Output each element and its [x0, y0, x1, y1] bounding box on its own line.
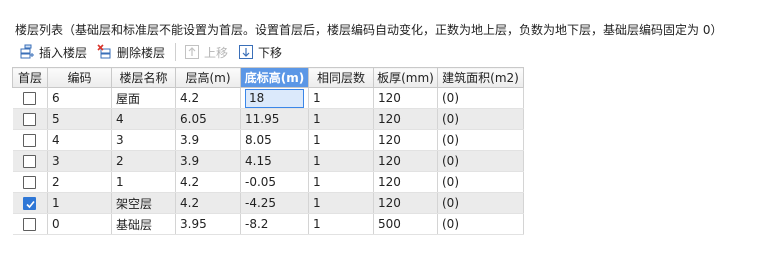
floor-name-cell[interactable]: 架空层 [111, 192, 176, 214]
floor-code-cell[interactable]: 4 [47, 129, 112, 151]
floor-code-cell[interactable]: 1 [47, 192, 112, 214]
floor-name-cell[interactable]: 屋面 [111, 87, 176, 109]
table-row[interactable]: 5 4 6.05 11.95 1 120 (0) [12, 108, 524, 130]
table-row[interactable]: 0 基础层 3.95 -8.2 1 500 (0) [12, 213, 524, 235]
floor-code-cell[interactable]: 0 [47, 213, 112, 235]
floor-name-cell[interactable]: 2 [111, 150, 176, 172]
table-row[interactable]: 2 1 4.2 -0.05 1 120 (0) [12, 171, 524, 193]
first-floor-checkbox[interactable] [23, 197, 37, 210]
slab-thickness-cell[interactable]: 120 [373, 192, 438, 214]
slab-thickness-cell[interactable]: 120 [373, 87, 438, 109]
slab-thickness-cell[interactable]: 120 [373, 129, 438, 151]
first-floor-cell [12, 150, 48, 172]
first-floor-cell [12, 192, 48, 214]
toolbar-separator [175, 43, 177, 61]
floor-height-cell[interactable]: 4.2 [175, 171, 241, 193]
floor-code-cell[interactable]: 2 [47, 171, 112, 193]
floor-height-cell[interactable]: 3.9 [175, 129, 241, 151]
building-area-cell[interactable]: (0) [437, 213, 524, 235]
building-area-cell[interactable]: (0) [437, 129, 524, 151]
first-floor-checkbox[interactable] [23, 176, 37, 189]
same-floors-cell[interactable]: 1 [308, 171, 374, 193]
building-area-cell[interactable]: (0) [437, 192, 524, 214]
first-floor-cell [12, 129, 48, 151]
delete-floor-icon [97, 44, 113, 60]
first-floor-cell [12, 213, 48, 235]
delete-floor-button[interactable]: 删除楼层 [93, 41, 171, 63]
move-down-button[interactable]: 下移 [234, 41, 288, 63]
base-elevation-cell[interactable]: -0.05 [240, 171, 309, 193]
same-floors-cell[interactable]: 1 [308, 129, 374, 151]
same-floors-cell[interactable]: 1 [308, 108, 374, 130]
floor-code-cell[interactable]: 3 [47, 150, 112, 172]
col-header-same-floors[interactable]: 相同层数 [308, 67, 374, 88]
same-floors-cell[interactable]: 1 [308, 87, 374, 109]
base-elevation-cell[interactable]: 11.95 [240, 108, 309, 130]
toolbar: 插入楼层 删除楼层 上移 下移 [15, 41, 288, 63]
delete-floor-label: 删除楼层 [117, 45, 166, 60]
table-row[interactable]: 4 3 3.9 8.05 1 120 (0) [12, 129, 524, 151]
floor-height-cell[interactable]: 4.2 [175, 192, 241, 214]
first-floor-cell [12, 87, 48, 109]
floor-height-cell[interactable]: 3.95 [175, 213, 241, 235]
floor-height-cell[interactable]: 6.05 [175, 108, 241, 130]
base-elevation-cell[interactable]: 4.15 [240, 150, 309, 172]
arrow-up-icon [184, 44, 200, 60]
floor-code-cell[interactable]: 5 [47, 108, 112, 130]
col-header-slab-thickness[interactable]: 板厚(mm) [373, 67, 438, 88]
floor-height-cell[interactable]: 3.9 [175, 150, 241, 172]
base-elevation-cell[interactable]: 8.05 [240, 129, 309, 151]
first-floor-checkbox[interactable] [23, 155, 37, 168]
table-row[interactable]: 3 2 3.9 4.15 1 120 (0) [12, 150, 524, 172]
first-floor-checkbox[interactable] [23, 92, 37, 105]
move-up-button[interactable]: 上移 [180, 41, 234, 63]
col-header-base-elevation[interactable]: 底标高(m) [240, 67, 309, 88]
insert-floor-button[interactable]: 插入楼层 [15, 41, 93, 63]
floor-list-caption: 楼层列表（基础层和标准层不能设置为首层。设置首层后，楼层编码自动变化，正数为地上… [15, 23, 723, 37]
floor-name-cell[interactable]: 1 [111, 171, 176, 193]
first-floor-checkbox[interactable] [23, 134, 37, 147]
move-down-label: 下移 [258, 45, 283, 60]
floor-grid-area: 首层 编码 楼层名称 层高(m) 底标高(m) 相同层数 板厚(mm) 建筑面积… [12, 67, 757, 259]
floor-code-cell[interactable]: 6 [47, 87, 112, 109]
base-elevation-cell[interactable]: -4.25 [240, 192, 309, 214]
move-up-label: 上移 [204, 45, 229, 60]
building-area-cell[interactable]: (0) [437, 150, 524, 172]
floor-name-cell[interactable]: 4 [111, 108, 176, 130]
slab-thickness-cell[interactable]: 120 [373, 108, 438, 130]
building-area-cell[interactable]: (0) [437, 171, 524, 193]
floor-name-cell[interactable]: 基础层 [111, 213, 176, 235]
slab-thickness-cell[interactable]: 120 [373, 150, 438, 172]
first-floor-cell [12, 171, 48, 193]
col-header-building-area[interactable]: 建筑面积(m2) [437, 67, 524, 88]
base-elevation-cell[interactable]: -8.2 [240, 213, 309, 235]
col-header-first-floor[interactable]: 首层 [12, 67, 48, 88]
floor-list-panel: 楼层列表（基础层和标准层不能设置为首层。设置首层后，楼层编码自动变化，正数为地上… [0, 0, 757, 259]
slab-thickness-cell[interactable]: 120 [373, 171, 438, 193]
floor-table: 首层 编码 楼层名称 层高(m) 底标高(m) 相同层数 板厚(mm) 建筑面积… [12, 67, 524, 235]
building-area-cell[interactable]: (0) [437, 108, 524, 130]
col-header-floor-height[interactable]: 层高(m) [175, 67, 241, 88]
slab-thickness-cell[interactable]: 500 [373, 213, 438, 235]
same-floors-cell[interactable]: 1 [308, 213, 374, 235]
same-floors-cell[interactable]: 1 [308, 192, 374, 214]
first-floor-checkbox[interactable] [23, 113, 37, 126]
arrow-down-icon [238, 44, 254, 60]
floor-name-cell[interactable]: 3 [111, 129, 176, 151]
col-header-code[interactable]: 编码 [47, 67, 112, 88]
insert-floor-icon [19, 44, 35, 60]
table-row[interactable]: 6 屋面 4.2 18 1 120 (0) [12, 87, 524, 109]
table-header-row: 首层 编码 楼层名称 层高(m) 底标高(m) 相同层数 板厚(mm) 建筑面积… [12, 67, 524, 88]
base-elevation-editor[interactable]: 18 [245, 88, 304, 108]
insert-floor-label: 插入楼层 [39, 45, 88, 60]
col-header-floor-name[interactable]: 楼层名称 [111, 67, 176, 88]
table-body: 6 屋面 4.2 18 1 120 (0) 5 4 6.05 11.95 1 120 (0) 4 3 3.9 8.… [12, 87, 524, 235]
table-row[interactable]: 1 架空层 4.2 -4.25 1 120 (0) [12, 192, 524, 214]
first-floor-checkbox[interactable] [23, 218, 37, 231]
base-elevation-cell[interactable]: 18 [240, 87, 309, 109]
first-floor-cell [12, 108, 48, 130]
building-area-cell[interactable]: (0) [437, 87, 524, 109]
same-floors-cell[interactable]: 1 [308, 150, 374, 172]
floor-height-cell[interactable]: 4.2 [175, 87, 241, 109]
